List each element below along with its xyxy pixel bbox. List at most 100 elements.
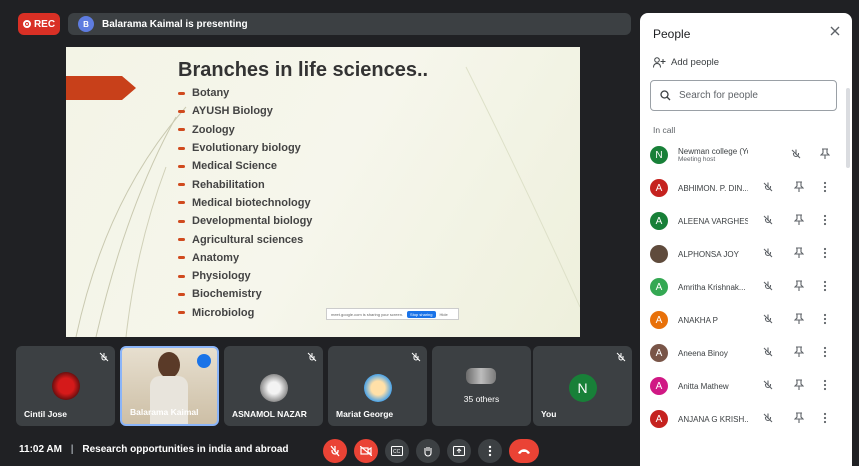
presenting-text: Balarama Kaimal is presenting	[102, 18, 248, 30]
more-options-icon[interactable]	[823, 180, 827, 198]
participant-info: ABHIMON. P. DIN...	[678, 184, 748, 193]
participant-avatar: N	[650, 146, 668, 164]
pin-icon[interactable]	[819, 147, 831, 165]
in-call-heading: In call	[653, 125, 676, 135]
participant-row[interactable]: A ALEENA VARGHESE	[650, 208, 845, 234]
participant-name: Newman college (You)	[678, 147, 748, 156]
more-options-icon[interactable]	[823, 279, 827, 297]
stop-sharing-button[interactable]: Stop sharing	[407, 310, 436, 318]
participant-name: ABHIMON. P. DIN...	[678, 183, 748, 193]
mic-off-icon	[330, 445, 340, 457]
participant-info: Amritha Krishnak...	[678, 283, 748, 292]
camera-toggle-button[interactable]	[354, 439, 378, 463]
leave-call-button[interactable]	[509, 439, 539, 463]
tile-name: Cintil Jose	[24, 409, 67, 419]
participant-row[interactable]: A Anitta Mathew	[650, 373, 845, 399]
tile-name: Mariat George	[336, 409, 394, 419]
participant-row[interactable]: ALPHONSA JOY	[650, 241, 845, 267]
participant-name: ALPHONSA JOY	[678, 249, 739, 259]
presenting-banner: B Balarama Kaimal is presenting	[68, 13, 631, 35]
more-options-icon[interactable]	[823, 411, 827, 429]
slide-bullet: Anatomy	[178, 249, 312, 267]
presentation-slide: Branches in life sciences.. Botany AYUSH …	[66, 47, 580, 337]
participant-name: Amritha Krishnak...	[678, 282, 746, 292]
camera-off-icon	[360, 446, 372, 456]
slide-bullet: Agricultural sciences	[178, 230, 312, 248]
tile-balarama-kaimal[interactable]: Balarama Kaimal	[120, 346, 219, 426]
captions-button[interactable]: CC	[385, 439, 409, 463]
more-options-icon[interactable]	[823, 312, 827, 330]
tile-cintil-jose[interactable]: Cintil Jose	[16, 346, 115, 426]
pin-icon[interactable]	[793, 246, 805, 264]
pin-icon[interactable]	[793, 345, 805, 363]
slide-bullet: Zoology	[178, 121, 312, 139]
tile-others[interactable]: 35 others	[432, 346, 531, 426]
more-options-button[interactable]	[478, 439, 502, 463]
search-icon	[660, 90, 671, 101]
tile-mariat-george[interactable]: Mariat George	[328, 346, 427, 426]
raise-hand-button[interactable]	[416, 439, 440, 463]
participant-avatar: A	[650, 212, 668, 230]
pin-icon[interactable]	[793, 180, 805, 198]
mic-off-icon	[307, 352, 317, 362]
more-options-icon[interactable]	[823, 213, 827, 231]
mic-off-icon	[762, 345, 774, 363]
pin-icon[interactable]	[793, 378, 805, 396]
participant-avatar: A	[650, 344, 668, 362]
tile-name: You	[541, 409, 557, 419]
mic-off-icon	[616, 352, 626, 362]
participant-row[interactable]: A Amritha Krishnak...	[650, 274, 845, 300]
participant-row[interactable]: N Newman college (You)Meeting host	[650, 142, 845, 168]
cartoon-avatar	[363, 374, 392, 402]
pin-icon[interactable]	[793, 213, 805, 231]
speaker-body	[150, 376, 188, 424]
recording-badge: REC	[18, 13, 60, 35]
mic-toggle-button[interactable]	[323, 439, 347, 463]
slide-title: Branches in life sciences..	[178, 59, 429, 81]
present-icon	[453, 446, 465, 456]
add-people-button[interactable]: Add people	[653, 57, 719, 68]
tile-you[interactable]: N You	[533, 346, 632, 426]
hide-share-bar-button[interactable]: Hide	[440, 312, 448, 317]
participant-row[interactable]: A Aneena Binoy	[650, 340, 845, 366]
search-people-input[interactable]: Search for people	[650, 80, 837, 111]
slide-bullet: Medical Science	[178, 157, 312, 175]
you-avatar: N	[568, 374, 597, 402]
participant-info: Aneena Binoy	[678, 349, 748, 358]
slide-bullet: Developmental biology	[178, 212, 312, 230]
tile-name: Balarama Kaimal	[130, 407, 199, 417]
close-icon[interactable]	[829, 25, 841, 37]
mic-off-icon	[762, 411, 774, 429]
speaker-video	[158, 352, 180, 378]
mic-off-icon	[411, 352, 421, 362]
mic-off-icon	[762, 378, 774, 396]
more-options-icon[interactable]	[823, 378, 827, 396]
record-icon	[22, 20, 31, 28]
more-options-icon[interactable]	[823, 345, 827, 363]
participant-role: Meeting host	[678, 156, 716, 163]
participant-info: ANAKHA P	[678, 316, 748, 325]
meeting-title: Research opportunities in india and abro…	[82, 444, 289, 455]
share-bar-text: meet.google.com is sharing your screen.	[331, 311, 404, 317]
pin-icon[interactable]	[793, 279, 805, 297]
present-button[interactable]	[447, 439, 471, 463]
more-options-icon[interactable]	[823, 246, 827, 264]
captions-icon: CC	[391, 446, 403, 456]
panel-scrollbar[interactable]	[846, 88, 850, 168]
participant-name: ANAKHA P	[678, 315, 719, 325]
participant-row[interactable]: A ANAKHA P	[650, 307, 845, 333]
pin-icon[interactable]	[793, 312, 805, 330]
participant-info: ALPHONSA JOY	[678, 250, 748, 259]
slide-bullet: Biochemistry	[178, 285, 312, 303]
slide-bullet: Evolutionary biology	[178, 139, 312, 157]
meeting-time: 11:02 AM | Research opportunities in ind…	[19, 444, 289, 455]
pin-icon[interactable]	[793, 411, 805, 429]
mic-off-icon	[762, 279, 774, 297]
tile-asnamol-nazar[interactable]: ASNAMOL NAZAR	[224, 346, 323, 426]
slide-bullet: Medical biotechnology	[178, 194, 312, 212]
mic-off-icon	[762, 246, 774, 264]
rose-avatar	[51, 372, 80, 400]
participant-row[interactable]: A ABHIMON. P. DIN...	[650, 175, 845, 201]
participant-row[interactable]: A ANJANA G KRISH...	[650, 406, 845, 432]
hang-up-icon	[518, 449, 530, 454]
